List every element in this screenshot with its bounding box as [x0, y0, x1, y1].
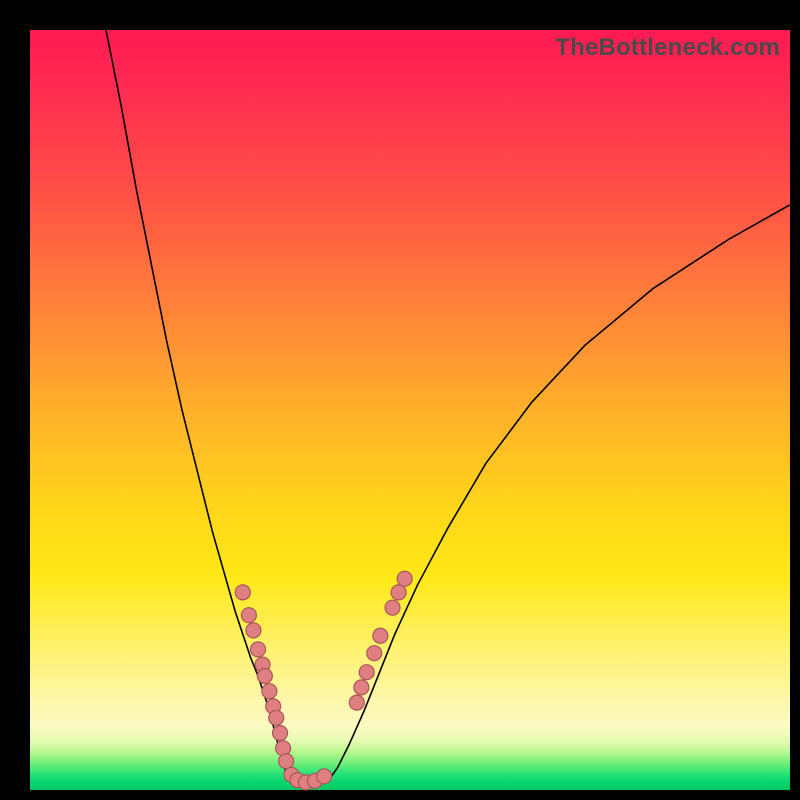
- left-dot: [262, 684, 277, 699]
- right-dot: [359, 665, 374, 680]
- left-dot: [273, 726, 288, 741]
- curve-left: [106, 30, 285, 769]
- left-dot: [235, 585, 250, 600]
- right-dot: [354, 680, 369, 695]
- left-dot: [269, 710, 284, 725]
- app-frame: TheBottleneck.com: [0, 0, 800, 800]
- left-dot: [246, 623, 261, 638]
- valley-dot: [317, 769, 332, 784]
- plot-area: TheBottleneck.com: [30, 30, 790, 790]
- right-dot: [349, 695, 364, 710]
- dot-group: [235, 571, 412, 790]
- right-dot: [367, 646, 382, 661]
- right-dot: [391, 585, 406, 600]
- right-dot: [385, 600, 400, 615]
- curve-overlay: [30, 30, 790, 790]
- left-dot: [257, 669, 272, 684]
- right-dot: [397, 571, 412, 586]
- right-dot: [373, 628, 388, 643]
- curve-right: [338, 205, 790, 767]
- left-dot: [251, 642, 266, 657]
- left-dot: [279, 754, 294, 769]
- left-dot: [241, 608, 256, 623]
